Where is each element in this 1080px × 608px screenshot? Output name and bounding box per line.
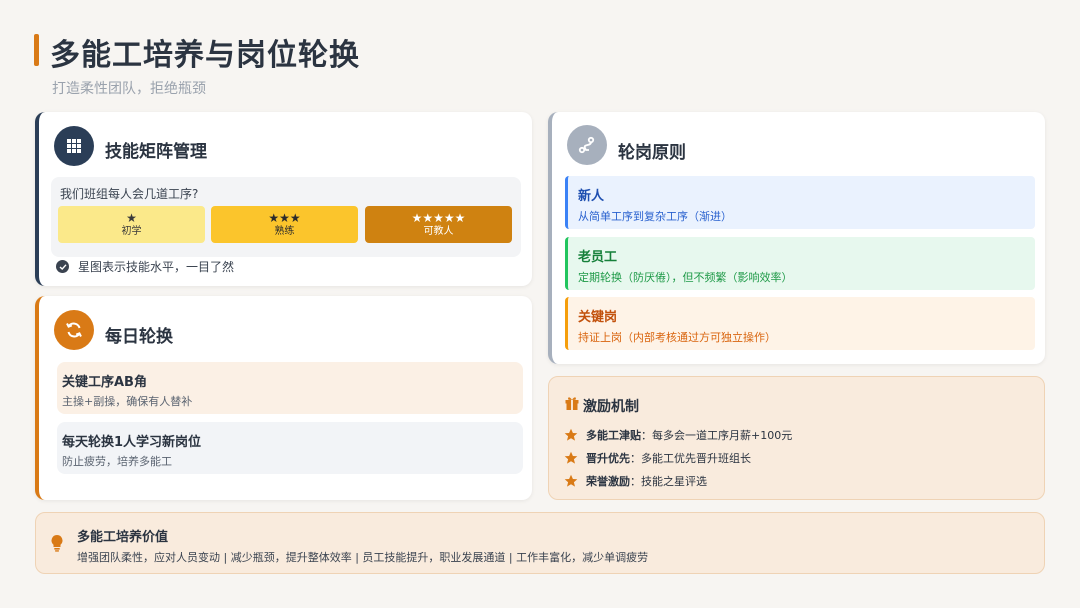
incentive-item: 多能工津贴 ：每多会一道工序月薪+100元 xyxy=(564,427,792,443)
principle-title: 老员工 xyxy=(578,250,618,265)
incentive-text: ：多能工优先晋升班组长 xyxy=(630,452,751,465)
incentive-label: 多能工津贴 xyxy=(586,429,641,442)
page-title: 多能工培养与岗位轮换 xyxy=(50,38,360,73)
lightbulb-icon xyxy=(50,534,64,556)
incentive-text: ：每多会一道工序月薪+100元 xyxy=(641,429,793,442)
star-icon xyxy=(564,428,578,441)
incentive-card: 激励机制 多能工津贴 ：每多会一道工序月薪+100元 晋升优先 ：多能工优先晋升班组… xyxy=(548,376,1045,500)
value-desc: 增强团队柔性，应对人员变动 | 减少瓶颈，提升整体效率 | 员工技能提升，职业发… xyxy=(77,551,649,564)
skill-level-panel: 我们班组每人会几道工序? ★ 初学 ★★★ 熟练 ★★★★★ 可教人 xyxy=(51,177,521,257)
rotation-principles-card: 轮岗原则 新人 从简单工序到复杂工序（渐进） 老员工 定期轮换（防厌倦），但不频… xyxy=(548,112,1045,364)
level-label: 初学 xyxy=(121,226,142,237)
level-stars: ★★★★★ xyxy=(411,211,466,225)
level-label: 熟练 xyxy=(274,226,295,237)
grid-icon xyxy=(54,126,94,166)
level-label: 可教人 xyxy=(423,226,454,237)
rotation-item-title: 每天轮换1人学习新岗位 xyxy=(62,435,202,450)
daily-rotation-title: 每日轮换 xyxy=(105,327,173,347)
star-icon xyxy=(564,451,578,464)
gift-icon xyxy=(564,395,580,415)
incentive-item: 荣誉激励 ：技能之星评选 xyxy=(564,473,707,489)
refresh-icon xyxy=(54,310,94,350)
skill-matrix-card: 技能矩阵管理 我们班组每人会几道工序? ★ 初学 ★★★ 熟练 ★★★★★ 可教… xyxy=(35,112,532,286)
principle-item-newcomer: 新人 从简单工序到复杂工序（渐进） xyxy=(565,176,1035,229)
rotation-item-desc: 主操+副操，确保有人替补 xyxy=(62,395,193,408)
daily-rotation-card: 每日轮换 关键工序AB角 主操+副操，确保有人替补 每天轮换1人学习新岗位 防止… xyxy=(35,296,532,500)
check-circle-icon xyxy=(56,260,69,273)
principle-item-key-post: 关键岗 持证上岗（内部考核通过方可独立操作） xyxy=(565,297,1035,350)
value-title: 多能工培养价值 xyxy=(77,530,169,545)
principle-desc: 定期轮换（防厌倦），但不频繁（影响效率） xyxy=(578,271,793,284)
principle-title: 关键岗 xyxy=(578,310,618,325)
principle-title: 新人 xyxy=(578,189,605,204)
incentive-item: 晋升优先 ：多能工优先晋升班组长 xyxy=(564,450,751,466)
star-icon xyxy=(564,474,578,487)
skill-matrix-title: 技能矩阵管理 xyxy=(105,142,207,162)
level-stars: ★★★ xyxy=(268,211,301,225)
incentive-label: 晋升优先 xyxy=(586,452,630,465)
skill-note-text: 星图表示技能水平，一目了然 xyxy=(78,260,235,274)
principle-desc: 从简单工序到复杂工序（渐进） xyxy=(578,210,732,223)
incentive-label: 荣誉激励 xyxy=(586,475,630,488)
title-accent-bar xyxy=(34,34,39,66)
incentive-title: 激励机制 xyxy=(583,399,639,415)
principles-title: 轮岗原则 xyxy=(618,143,686,163)
rotation-item: 每天轮换1人学习新岗位 防止疲劳，培养多能工 xyxy=(57,422,523,474)
value-card: 多能工培养价值 增强团队柔性，应对人员变动 | 减少瓶颈，提升整体效率 | 员工… xyxy=(35,512,1045,574)
rotation-item: 关键工序AB角 主操+副操，确保有人替补 xyxy=(57,362,523,414)
skill-question: 我们班组每人会几道工序? xyxy=(60,187,199,201)
page-subtitle: 打造柔性团队，拒绝瓶颈 xyxy=(52,81,206,97)
rotation-item-desc: 防止疲劳，培养多能工 xyxy=(62,455,172,468)
route-icon xyxy=(567,125,607,165)
skill-level-skilled: ★★★ 熟练 xyxy=(211,206,358,243)
skill-level-beginner: ★ 初学 xyxy=(58,206,205,243)
principle-desc: 持证上岗（内部考核通过方可独立操作） xyxy=(578,331,776,344)
principle-item-veteran: 老员工 定期轮换（防厌倦），但不频繁（影响效率） xyxy=(565,237,1035,290)
skill-note: 星图表示技能水平，一目了然 xyxy=(56,258,234,275)
incentive-text: ：技能之星评选 xyxy=(630,475,707,488)
level-stars: ★ xyxy=(126,211,137,225)
rotation-item-title: 关键工序AB角 xyxy=(62,375,147,390)
skill-level-trainer: ★★★★★ 可教人 xyxy=(365,206,512,243)
